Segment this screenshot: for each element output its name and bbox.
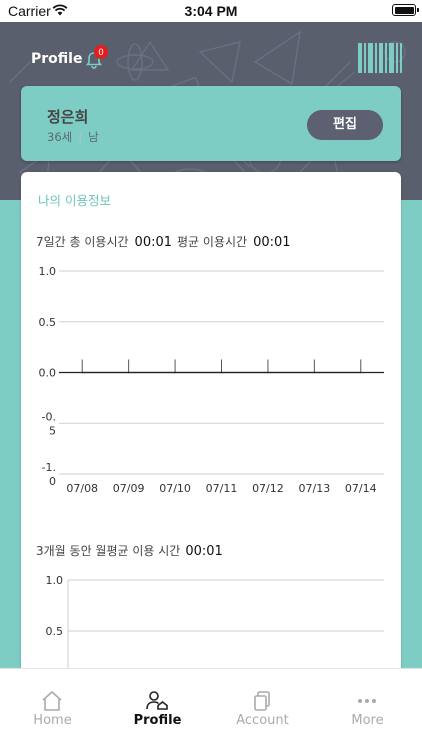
- profile-icon: [146, 691, 168, 710]
- monthly-value: 00:01: [185, 544, 223, 559]
- more-icon: [358, 699, 376, 703]
- tab-bar: Home Profile Account More: [0, 668, 422, 750]
- page-title: Profile: [31, 51, 83, 67]
- usage-info-card: 나의 이용정보 7일간 총 이용시간 00:01 평균 이용시간 00:01 1.0 0…: [21, 172, 401, 750]
- tab-home[interactable]: Home: [0, 669, 105, 750]
- weekly-avg-label: 평균 이용시간: [177, 235, 248, 249]
- weekly-chart-y-tick-label: 0.0: [39, 367, 57, 380]
- monthly-chart-y-tick-label: 1.0: [46, 574, 64, 587]
- weekly-chart-data-point: [359, 371, 362, 374]
- weekly-chart-data-point: [174, 371, 176, 374]
- tab-more-label: More: [351, 713, 384, 728]
- edit-profile-button[interactable]: 편집: [307, 110, 383, 140]
- weekly-chart-data-point: [313, 371, 316, 374]
- monthly-usage-chart: 1.0 0.5: [46, 574, 384, 676]
- profile-gender: 남: [88, 130, 99, 144]
- tab-home-label: Home: [33, 713, 72, 728]
- monthly-label: 3개월 동안 월평균 이용 시간: [36, 544, 181, 558]
- section-title: 나의 이용정보: [38, 193, 111, 208]
- weekly-total-label: 7일간 총 이용시간: [36, 235, 129, 249]
- home-icon: [42, 691, 62, 711]
- weekly-chart-data-point: [220, 371, 223, 374]
- profile-details: 36세 | 남: [47, 129, 99, 145]
- barcode-icon[interactable]: [358, 43, 402, 73]
- weekly-chart-data-point: [267, 371, 269, 374]
- profile-divider: |: [78, 130, 83, 144]
- weekly-usage-chart: 1.0 0.5 0.0 -0. 5 -1. 0 07/08 07/09 07/10 07/11 07/…: [39, 265, 384, 495]
- weekly-chart-x-tick-label: 07/13: [299, 482, 331, 495]
- weekly-chart-y-tick-label: 0.5: [39, 316, 57, 329]
- weekly-chart-x-tick-label: 07/12: [252, 482, 284, 495]
- profile-name: 정은희: [47, 108, 89, 126]
- weekly-usage-summary: 7일간 총 이용시간 00:01 평균 이용시간 00:01: [36, 233, 296, 250]
- weekly-chart-x-tick-label: 07/10: [159, 482, 191, 495]
- weekly-chart-y-tick-label: 1.0: [39, 265, 57, 278]
- weekly-total-value: 00:01: [134, 235, 173, 250]
- profile-age: 36세: [47, 130, 73, 144]
- tab-profile[interactable]: Profile: [105, 669, 210, 750]
- status-time: 3:04 PM: [184, 3, 238, 19]
- weekly-chart-data-point: [127, 371, 130, 374]
- weekly-chart-y-tick-label: -0. 5: [42, 410, 56, 437]
- weekly-chart-x-tick-label: 07/08: [66, 482, 98, 495]
- weekly-chart-y-tick-label: -1. 0: [42, 461, 56, 488]
- weekly-avg-value: 00:01: [253, 235, 291, 250]
- weekly-chart-x-tick-label: 07/14: [345, 482, 377, 495]
- profile-card: 정은희 36세 | 남 편집: [21, 86, 401, 161]
- tab-account-label: Account: [236, 713, 289, 728]
- status-bar: Carrier 3:04 PM: [0, 0, 422, 22]
- battery-icon: [392, 4, 419, 16]
- tab-account[interactable]: Account: [210, 669, 315, 750]
- account-icon: [254, 691, 270, 711]
- monthly-usage-summary: 3개월 동안 월평균 이용 시간 00:01: [36, 542, 223, 559]
- weekly-chart-x-tick-label: 07/11: [206, 482, 238, 495]
- weekly-chart-data-point: [81, 371, 84, 374]
- monthly-chart-y-tick-label: 0.5: [46, 625, 64, 638]
- tab-more[interactable]: More: [315, 669, 420, 750]
- tab-profile-label: Profile: [133, 713, 182, 728]
- weekly-chart-x-tick-label: 07/09: [113, 482, 145, 495]
- notification-count-badge: 0: [94, 45, 108, 59]
